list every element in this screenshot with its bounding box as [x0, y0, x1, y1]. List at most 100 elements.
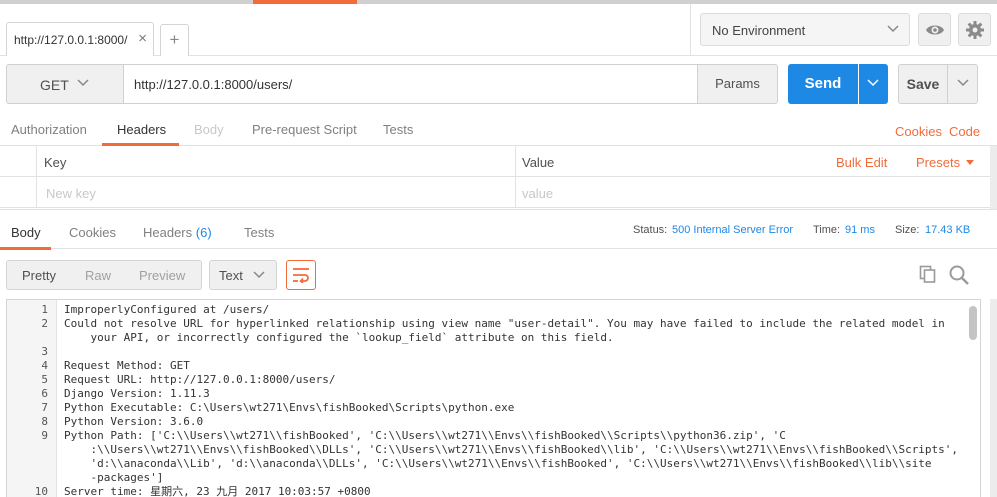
line-number: 5 — [41, 373, 48, 386]
caret-down-icon — [966, 160, 975, 165]
add-tab-button[interactable]: + — [160, 24, 189, 57]
wrap-lines-icon — [293, 268, 309, 283]
response-headers-count: (6) — [195, 225, 212, 240]
save-options-button[interactable] — [947, 64, 978, 104]
presets-label: Presets — [916, 155, 961, 170]
search-icon[interactable] — [948, 264, 970, 286]
preview-button[interactable]: Preview — [139, 268, 185, 283]
environment-quick-look-button[interactable] — [918, 13, 951, 46]
tab-response-headers[interactable]: Headers (6) — [143, 225, 212, 240]
key-column-header: Key — [44, 155, 67, 170]
code-line-text: Request URL: http://127.0.0.1:8000/users… — [64, 373, 336, 386]
bulk-edit-link[interactable]: Bulk Edit — [836, 155, 887, 170]
response-time-value[interactable]: 91 ms — [845, 224, 875, 236]
tab-response-tests[interactable]: Tests — [244, 225, 274, 240]
line-number: 4 — [41, 359, 48, 372]
size-label: Size: — [895, 224, 920, 236]
tab-tests[interactable]: Tests — [383, 122, 413, 137]
request-tab[interactable]: http://127.0.0.1:8000/ × — [6, 22, 154, 57]
code-line: 8 Python Version: 3.6.0 — [7, 415, 967, 429]
chevron-down-icon — [957, 79, 969, 87]
environment-select[interactable]: No Environment — [700, 13, 910, 46]
line-number: 2 — [41, 317, 48, 330]
code-line-text: your API, or incorrectly configured the … — [64, 331, 614, 344]
code-line: 5 Request URL: http://127.0.0.1:8000/user… — [7, 373, 967, 387]
tab-authorization[interactable]: Authorization — [11, 122, 87, 137]
line-number: 1 — [41, 303, 48, 316]
code-line-text: Python Executable: C:\Users\wt271\Envs\f… — [64, 401, 515, 414]
chevron-down-icon — [887, 25, 899, 33]
response-tabs: Body Cookies Headers (6) Tests Status: 5… — [0, 209, 997, 250]
status-badge[interactable]: 500 Internal Server Error — [672, 224, 793, 236]
response-body-viewer[interactable]: 1 ImproperlyConfigured at /users/2 Could n… — [6, 299, 981, 497]
response-type-select[interactable]: Text — [209, 260, 277, 290]
send-options-button[interactable] — [859, 64, 888, 104]
headers-table-row: New key value — [0, 177, 997, 208]
code-line-text: Python Version: 3.6.0 — [64, 415, 204, 428]
code-line-text: Server time: 星期六, 23 九月 2017 10:03:57 +0… — [64, 485, 371, 497]
status-label: Status: — [633, 224, 668, 236]
code-line: 7 Python Executable: C:\Users\wt271\Envs\… — [7, 401, 967, 415]
chevron-down-icon — [253, 271, 265, 279]
code-line-text: Python Path: ['C:\\Users\\wt271\\fishBoo… — [64, 429, 786, 442]
method-select[interactable]: GET — [6, 64, 124, 104]
code-link[interactable]: Code — [949, 124, 980, 139]
close-icon[interactable]: × — [138, 30, 147, 47]
tab-response-cookies[interactable]: Cookies — [69, 225, 116, 240]
column-divider — [515, 146, 516, 177]
request-tab-label: http://127.0.0.1:8000/ — [14, 33, 128, 47]
line-number: 3 — [41, 345, 48, 358]
manage-environments-button[interactable] — [958, 13, 991, 46]
code-line: 3 — [7, 345, 967, 359]
environment-label: No Environment — [712, 23, 806, 38]
wrap-lines-button[interactable] — [286, 260, 316, 290]
params-button[interactable]: Params — [697, 64, 778, 104]
method-label: GET — [40, 77, 69, 93]
headers-table-header-row: Key Value Bulk Edit Presets — [0, 146, 997, 177]
code-line-text: Request Method: GET — [64, 359, 190, 372]
code-line: 1 ImproperlyConfigured at /users/ — [7, 303, 967, 317]
new-value-input[interactable]: value — [522, 186, 553, 201]
column-divider — [36, 177, 37, 208]
tab-response-body[interactable]: Body — [11, 225, 41, 240]
request-pane-scrollbar[interactable] — [990, 146, 997, 209]
new-key-input[interactable]: New key — [46, 186, 96, 201]
tab-body[interactable]: Body — [194, 122, 224, 137]
copy-icon[interactable] — [918, 264, 938, 284]
code-line: 4 Request Method: GET — [7, 359, 967, 373]
request-tabs: Authorization Headers Body Pre-request S… — [0, 112, 997, 146]
response-size-value[interactable]: 17.43 KB — [925, 224, 970, 236]
line-number: 6 — [41, 387, 48, 400]
code-line-text: 'd:\\anaconda\\Lib', 'd:\\anaconda\\DLLs… — [64, 457, 932, 470]
column-divider — [36, 146, 37, 177]
raw-button[interactable]: Raw — [85, 268, 111, 283]
tab-pre-request-script[interactable]: Pre-request Script — [252, 122, 357, 137]
save-button[interactable]: Save — [898, 64, 948, 104]
response-toolbar: Pretty Raw Preview Text — [0, 249, 997, 299]
line-number: 9 — [41, 429, 48, 442]
value-column-header: Value — [522, 155, 555, 170]
response-pane-scrollbar[interactable] — [990, 299, 997, 497]
eye-icon — [926, 25, 944, 35]
url-input[interactable] — [123, 64, 698, 104]
chevron-down-icon — [867, 79, 879, 87]
pretty-button[interactable]: Pretty — [22, 268, 56, 283]
code-line-text: :\\Users\\wt271\\Envs\\fishBooked\\DLLs'… — [64, 443, 959, 456]
time-label: Time: — [813, 224, 841, 236]
presets-dropdown[interactable]: Presets — [916, 155, 975, 170]
headers-table: Key Value Bulk Edit Presets New key valu… — [0, 146, 997, 209]
code-line: 9 Python Path: ['C:\\Users\\wt271\\fishBo… — [7, 429, 967, 443]
cookies-link[interactable]: Cookies — [895, 124, 942, 139]
code-line: 10 Server time: 星期六, 23 九月 2017 10:03:57 … — [7, 485, 967, 497]
line-number: 10 — [34, 485, 48, 497]
send-button[interactable]: Send — [788, 64, 858, 104]
tab-headers[interactable]: Headers — [117, 122, 166, 137]
request-bar: GET Params Send Save — [0, 56, 997, 112]
column-divider — [515, 177, 516, 208]
line-number: 7 — [41, 401, 48, 414]
code-line: your API, or incorrectly configured the … — [7, 331, 967, 345]
format-toggle-group: Pretty Raw Preview — [6, 260, 202, 290]
response-scrollbar-thumb[interactable] — [969, 306, 977, 340]
code-line-text: -packages'] — [64, 471, 164, 484]
code-line-text: Django Version: 1.11.3 — [64, 387, 210, 400]
